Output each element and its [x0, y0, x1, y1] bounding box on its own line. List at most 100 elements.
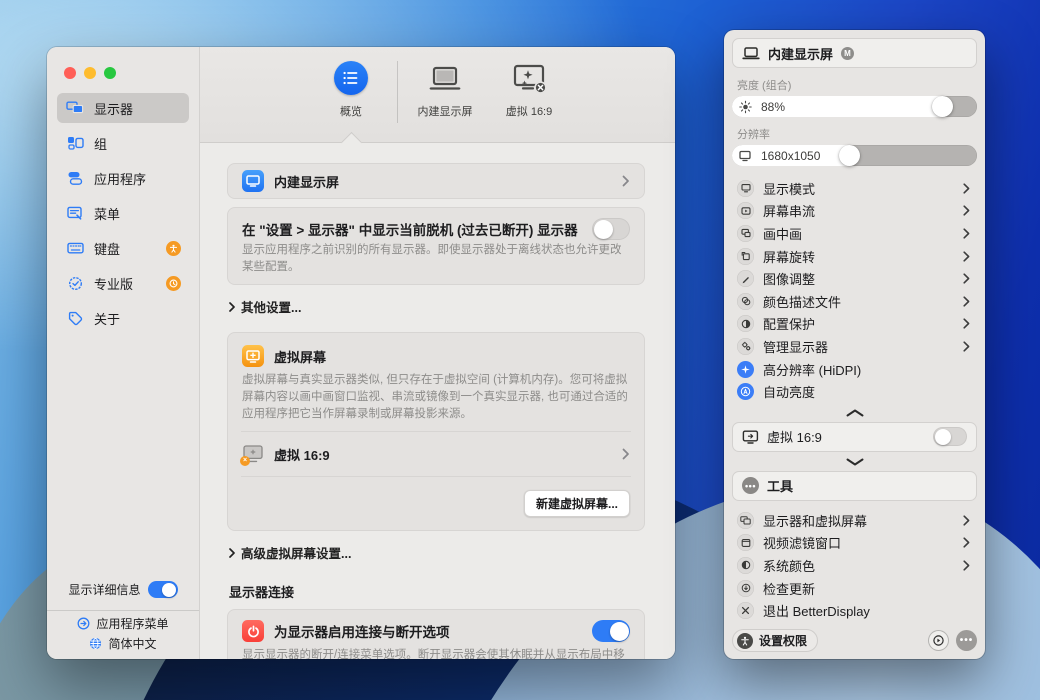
brightness-knob[interactable] — [932, 96, 953, 117]
tools-header[interactable]: ••• 工具 — [732, 471, 977, 501]
tool-item-system-colors[interactable]: 系统颜色 — [732, 554, 977, 577]
virtual-169-display-icon: × — [242, 445, 264, 463]
virtual-169-panel-row[interactable]: 虚拟 16:9 — [732, 422, 977, 452]
resolution-value: 1680x1050 — [761, 149, 820, 163]
menu-item-label: 系统颜色 — [763, 556, 815, 575]
tool-item-displays-virtual[interactable]: 显示器和虚拟屏幕 — [732, 509, 977, 532]
menu-item-color-profile[interactable]: 颜色描述文件 — [732, 290, 977, 313]
menu-item-image-adjust[interactable]: 图像调整 — [732, 267, 977, 290]
builtin-display-row[interactable]: 内建显示屏 — [227, 163, 645, 199]
manage-displays-icon — [737, 338, 754, 355]
tab-label: 虚拟 16:9 — [506, 103, 552, 119]
pro-seal-icon — [65, 275, 85, 291]
resolution-slider[interactable]: 1680x1050 — [732, 145, 977, 166]
tools-title: 工具 — [767, 476, 793, 495]
power-icon — [242, 620, 264, 642]
permissions-button[interactable]: 设置权限 — [732, 629, 818, 652]
divider — [241, 476, 631, 477]
more-options-button[interactable]: ••• — [956, 630, 977, 651]
menu-item-label: 高分辨率 (HiDPI) — [763, 360, 861, 379]
tab-builtin-display[interactable]: 内建显示屏 — [405, 61, 485, 119]
sidebar-item-label: 菜单 — [94, 204, 120, 223]
row-title: 虚拟 16:9 — [274, 445, 330, 464]
menu-item-label: 自动亮度 — [763, 382, 815, 401]
show-details-toggle[interactable] — [148, 581, 178, 598]
menu-item-screen-stream[interactable]: 屏幕串流 — [732, 200, 977, 223]
keyboard-icon — [65, 240, 85, 256]
overview-content: 内建显示屏 在 "设置 > 显示器" 中显示当前脱机 (过去已断开) 显示器 显… — [200, 143, 675, 659]
screen-stream-icon — [737, 202, 754, 219]
sidebar: 显示器 组 应用程序 菜单 — [47, 47, 200, 659]
divider — [241, 431, 631, 432]
tool-item-check-updates[interactable]: 检查更新 — [732, 577, 977, 600]
chevron-right-icon — [963, 183, 974, 194]
menu-item-label: 图像调整 — [763, 269, 815, 288]
offline-displays-toggle[interactable] — [592, 218, 630, 240]
tab-label: 内建显示屏 — [418, 103, 473, 119]
other-settings-link[interactable]: 其他设置... — [229, 297, 645, 316]
accessibility-icon — [737, 633, 753, 649]
sidebar-item-groups[interactable]: 组 — [57, 128, 189, 158]
tool-item-video-filter[interactable]: 视频滤镜窗口 — [732, 532, 977, 555]
sidebar-item-label: 组 — [94, 134, 107, 153]
tool-item-quit[interactable]: 退出 BetterDisplay — [732, 599, 977, 622]
new-virtual-screen-button[interactable]: 新建虚拟屏幕... — [524, 490, 630, 517]
advanced-virtual-settings-link[interactable]: 高级虚拟屏幕设置... — [229, 543, 645, 562]
tab-label: 概览 — [340, 103, 362, 119]
virtual-169-row[interactable]: × 虚拟 16:9 — [242, 441, 630, 467]
display-mode-icon — [737, 180, 754, 197]
collapse-down-control[interactable] — [732, 452, 977, 471]
menu-item-pip[interactable]: 画中画 — [732, 222, 977, 245]
tab-virtual-169[interactable]: 虚拟 16:9 — [489, 61, 569, 119]
zoom-window-button[interactable] — [104, 67, 116, 79]
menu-item-manage-displays[interactable]: 管理显示器 — [732, 335, 977, 358]
builtin-display-icon — [242, 170, 264, 192]
close-window-button[interactable] — [64, 67, 76, 79]
betterdisplay-settings-window: 显示器 组 应用程序 菜单 — [47, 47, 675, 659]
play-circle-button[interactable] — [928, 630, 949, 651]
menu-item-auto-brightness[interactable]: 自动亮度 — [732, 380, 977, 403]
panel-display-title: 内建显示屏 — [768, 44, 833, 63]
sidebar-footer: 显示详细信息 应用程序菜单 简体中文 — [47, 573, 199, 659]
menu-item-label: 视频滤镜窗口 — [763, 533, 841, 552]
minimize-window-button[interactable] — [84, 67, 96, 79]
sidebar-item-displays[interactable]: 显示器 — [57, 93, 189, 123]
sidebar-item-label: 显示器 — [94, 99, 133, 118]
menu-item-label: 颜色描述文件 — [763, 292, 841, 311]
virtual-169-toggle[interactable] — [933, 427, 967, 446]
language-label: 简体中文 — [108, 635, 156, 652]
app-menu-link[interactable]: 应用程序菜单 — [47, 611, 199, 635]
brightness-slider[interactable]: 88% — [732, 96, 977, 117]
setting-title: 在 "设置 > 显示器" 中显示当前脱机 (过去已断开) 显示器 — [242, 219, 578, 239]
collapse-up-control[interactable] — [732, 403, 977, 422]
link-label: 高级虚拟屏幕设置... — [241, 543, 351, 562]
group-icon — [65, 135, 85, 151]
panel-display-header[interactable]: 内建显示屏 M — [732, 38, 977, 68]
sidebar-item-menu[interactable]: 菜单 — [57, 198, 189, 228]
sidebar-item-applications[interactable]: 应用程序 — [57, 163, 189, 193]
language-globe-icon — [89, 637, 102, 650]
toolbar-separator — [397, 61, 398, 123]
sidebar-item-about[interactable]: 关于 — [57, 303, 189, 333]
menu-item-hidpi[interactable]: 高分辨率 (HiDPI) — [732, 358, 977, 381]
ellipsis-icon: ••• — [742, 477, 759, 494]
chevron-right-icon — [622, 448, 630, 460]
tab-overview[interactable]: 概览 — [311, 61, 391, 119]
chevron-right-icon — [622, 175, 630, 187]
connection-toggle[interactable] — [592, 620, 630, 642]
virtual-display-icon — [509, 61, 549, 95]
overview-list-icon — [334, 61, 368, 95]
menu-item-label: 显示器和虚拟屏幕 — [763, 511, 867, 530]
menu-item-label: 管理显示器 — [763, 337, 828, 356]
tools-menu: 显示器和虚拟屏幕 视频滤镜窗口 系统颜色 检查更新 退出 BetterDispl… — [732, 509, 977, 622]
resolution-knob[interactable] — [839, 145, 860, 166]
virtual-169-label: 虚拟 16:9 — [767, 427, 822, 446]
menu-item-display-mode[interactable]: 显示模式 — [732, 177, 977, 200]
chevron-right-icon — [963, 560, 974, 571]
sidebar-item-keyboard[interactable]: 键盘 — [57, 233, 189, 263]
language-link[interactable]: 简体中文 — [47, 635, 199, 659]
menu-item-screen-rotation[interactable]: 屏幕旋转 — [732, 245, 977, 268]
link-label: 其他设置... — [241, 297, 301, 316]
menu-item-config-protect[interactable]: 配置保护 — [732, 313, 977, 336]
sidebar-item-pro[interactable]: 专业版 — [57, 268, 189, 298]
